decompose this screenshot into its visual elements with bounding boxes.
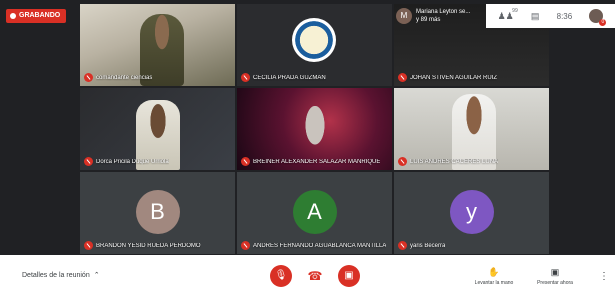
participant-name: JOHAN STIVEN AGUILAR RUIZ [410, 74, 498, 81]
participant-tile[interactable]: A ANDRES FERNANDO AGUABLANCA MANTILLA [237, 172, 392, 254]
mic-muted-icon [398, 73, 407, 82]
participant-tile[interactable]: B BRANDON YESID RUEDA PERDOMO [80, 172, 235, 254]
microphone-toggle-button[interactable]: 🎙 [270, 265, 292, 287]
presenter-info: M Mariana Leyton se... y 89 más [394, 4, 470, 28]
mic-off-icon: 🎙 [274, 270, 288, 281]
more-options-icon[interactable]: ⋮ [599, 271, 609, 282]
mic-muted-icon [241, 241, 250, 250]
present-now-button[interactable]: ▣ Presentar ahora [529, 267, 581, 286]
participant-name: comandante ciencias [96, 74, 153, 81]
participant-avatar: A [292, 190, 337, 234]
participant-name: LUIS ANDRES CACERES LUNA [410, 158, 499, 165]
participant-name-tag: CECILIA PRADA GUZMAN [241, 72, 326, 83]
presenter-line-1: Mariana Leyton se... [416, 9, 471, 15]
participant-tile[interactable]: CECILIA PRADA GUZMAN [237, 4, 392, 86]
participant-name-tag: comandante ciencias [84, 72, 152, 83]
participant-name-tag: yaris Becerra [398, 240, 445, 251]
participant-avatar: y [449, 190, 494, 234]
chevron-up-icon: ⌃ [93, 272, 100, 279]
mic-muted-icon [84, 241, 93, 250]
participant-tile[interactable]: BREINER ALEXANDER SALAZAR MANRIQUE [237, 88, 392, 170]
participant-name: CECILIA PRADA GUZMAN [253, 74, 326, 81]
mic-muted-icon [398, 241, 407, 250]
participant-tile[interactable]: LUIS ANDRES CACERES LUNA [394, 88, 549, 170]
mic-muted-icon [398, 157, 407, 166]
people-count: 99 [512, 7, 518, 14]
participant-name-tag: JOHAN STIVEN AGUILAR RUIZ [398, 72, 497, 83]
bottom-bar: Detalles de la reunión ⌃ 🎙 ☎ ▣ ✋ Levanta… [0, 255, 615, 295]
camera-toggle-button[interactable]: ▣ [338, 265, 360, 287]
chat-icon[interactable]: ▤ [531, 11, 540, 22]
presenter-text: Mariana Leyton se... y 89 más [416, 8, 470, 24]
participant-name-tag: BRANDON YESID RUEDA PERDOMO [84, 240, 201, 251]
people-icon[interactable]: ♟♟ 99 [498, 8, 518, 22]
participant-tile[interactable]: Dorca Pricila Duque Urriola [80, 88, 235, 170]
notification-badge: 0 [599, 19, 607, 26]
hand-icon: ✋ [488, 267, 500, 277]
participant-name: BREINER ALEXANDER SALAZAR MANRIQUE [253, 158, 381, 165]
raise-hand-label: Levantar la mano [474, 280, 514, 286]
participant-tile[interactable]: comandante ciencias [80, 4, 235, 86]
presenter-avatar: M [396, 8, 412, 24]
clock: 8:36 [556, 11, 573, 21]
camera-off-icon: ▣ [344, 270, 354, 281]
mic-muted-icon [241, 73, 250, 82]
present-now-label: Presentar ahora [537, 280, 573, 286]
top-toolbar: ♟♟ 99 ▤ 8:36 0 [486, 4, 615, 28]
self-avatar[interactable]: 0 [589, 9, 607, 26]
hang-up-icon: ☎ [307, 269, 323, 283]
participant-name: BRANDON YESID RUEDA PERDOMO [96, 242, 201, 249]
mic-muted-icon [84, 157, 93, 166]
meeting-stage: GRABANDO comandante ciencias CECILIA PRA… [0, 0, 615, 255]
mic-muted-icon [84, 73, 93, 82]
raise-hand-button[interactable]: ✋ Levantar la mano [468, 267, 520, 286]
meeting-details-button[interactable]: Detalles de la reunión ⌃ [22, 271, 100, 280]
presenter-line-2: y 89 más [416, 17, 441, 23]
participant-name-tag: BREINER ALEXANDER SALAZAR MANRIQUE [241, 156, 380, 167]
participant-name: yaris Becerra [410, 242, 446, 249]
meeting-details-label: Detalles de la reunión [22, 271, 90, 279]
participant-avatar: B [135, 190, 180, 234]
school-logo [292, 18, 336, 62]
recording-badge: GRABANDO [6, 9, 67, 23]
participant-name: Dorca Pricila Duque Urriola [96, 158, 169, 165]
end-call-button[interactable]: ☎ [304, 265, 326, 287]
participant-name-tag: ANDRES FERNANDO AGUABLANCA MANTILLA [241, 240, 386, 251]
participant-name-tag: LUIS ANDRES CACERES LUNA [398, 156, 498, 167]
participant-tile[interactable]: y yaris Becerra [394, 172, 549, 254]
participant-name: ANDRES FERNANDO AGUABLANCA MANTILLA [253, 242, 387, 249]
mic-muted-icon [241, 157, 250, 166]
present-screen-icon: ▣ [550, 267, 560, 277]
participant-name-tag: Dorca Pricila Duque Urriola [84, 156, 169, 167]
